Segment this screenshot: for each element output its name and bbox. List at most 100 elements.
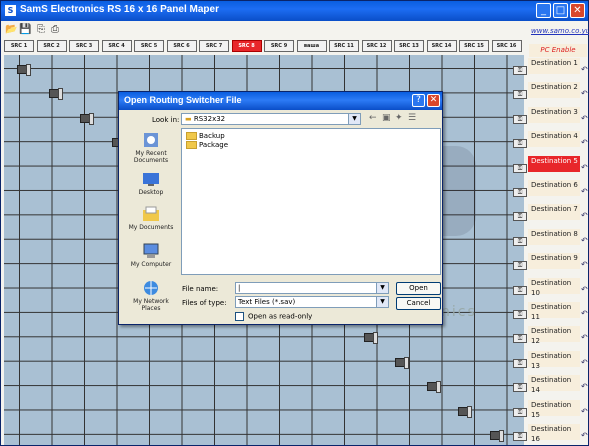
lock-key-icon[interactable]: ⚿ bbox=[513, 407, 527, 417]
destination-label[interactable]: Destination 4 bbox=[528, 131, 580, 148]
route-arrow-icon[interactable]: ↶ bbox=[581, 333, 588, 342]
route-arrow-icon[interactable]: ↶ bbox=[581, 89, 588, 98]
new-folder-icon[interactable]: ✦ bbox=[395, 113, 403, 123]
destination-label[interactable]: Destination 8 bbox=[528, 228, 580, 245]
route-arrow-icon[interactable]: ↶ bbox=[581, 65, 588, 74]
route-arrow-icon[interactable]: ↶ bbox=[581, 431, 588, 440]
destination-label[interactable]: Destination 10 bbox=[528, 277, 580, 297]
source-button[interactable]: SRC 6 bbox=[166, 40, 197, 52]
lock-key-icon[interactable]: ⚿ bbox=[513, 114, 527, 124]
close-button[interactable]: ✕ bbox=[570, 3, 585, 18]
source-button[interactable]: SRC 12 bbox=[361, 40, 392, 52]
place-desktop[interactable]: Desktop bbox=[126, 171, 176, 196]
file-type-select[interactable]: Text Files (*.sav) ▼ bbox=[235, 296, 389, 308]
source-button[interactable]: SRC 11 bbox=[329, 40, 359, 52]
file-list[interactable]: Backup Package bbox=[181, 128, 441, 275]
destination-label[interactable]: Destination 14 bbox=[528, 375, 580, 394]
lock-key-icon[interactable]: ⚿ bbox=[513, 212, 527, 222]
minimize-button[interactable]: _ bbox=[536, 3, 551, 18]
destination-label[interactable]: Destination 15 bbox=[528, 399, 580, 419]
destination-label[interactable]: Destination 2 bbox=[528, 82, 580, 99]
crosspoint-node[interactable] bbox=[489, 430, 504, 442]
destination-label[interactable]: Destination 9 bbox=[528, 253, 580, 270]
lock-key-icon[interactable]: ⚿ bbox=[513, 188, 527, 197]
lock-key-icon[interactable]: ⚿ bbox=[513, 383, 527, 393]
crosspoint-node[interactable] bbox=[395, 356, 409, 369]
source-button[interactable]: SRC 15 bbox=[459, 40, 489, 52]
chevron-down-icon[interactable]: ▼ bbox=[376, 297, 388, 307]
lock-key-icon[interactable]: ⚿ bbox=[513, 90, 527, 100]
lock-key-icon[interactable]: ⚿ bbox=[513, 261, 527, 271]
crosspoint-node[interactable] bbox=[426, 381, 441, 394]
source-button[interactable]: SRC 4 bbox=[101, 40, 132, 52]
back-icon[interactable]: ← bbox=[369, 113, 377, 123]
list-item[interactable]: Package bbox=[186, 141, 228, 149]
place-my-computer[interactable]: My Computer bbox=[126, 243, 176, 268]
cancel-button[interactable]: Cancel bbox=[396, 297, 441, 310]
lock-key-icon[interactable]: ⚿ bbox=[513, 66, 527, 75]
route-arrow-icon[interactable]: ↶ bbox=[581, 114, 588, 123]
crosspoint-node[interactable] bbox=[458, 405, 472, 418]
dialog-close-icon[interactable]: ✕ bbox=[427, 94, 440, 107]
destination-label[interactable]: Destination 6 bbox=[528, 180, 580, 196]
open-icon[interactable]: 📂 bbox=[5, 24, 17, 35]
lock-key-icon[interactable]: ⚿ bbox=[513, 236, 527, 246]
copy-icon[interactable]: ⎘ bbox=[35, 24, 47, 35]
help-icon[interactable]: ? bbox=[412, 94, 425, 107]
lock-key-icon[interactable]: ⚿ bbox=[513, 139, 527, 149]
lock-key-icon[interactable]: ⚿ bbox=[513, 285, 527, 295]
list-item[interactable]: Backup bbox=[186, 132, 225, 140]
route-arrow-icon[interactable]: ↶ bbox=[581, 407, 588, 416]
crosspoint-node[interactable] bbox=[48, 88, 63, 101]
source-button[interactable]: SRC 7 bbox=[199, 40, 229, 52]
source-button[interactable]: SRC 3 bbox=[69, 40, 99, 52]
route-arrow-icon[interactable]: ↶ bbox=[581, 309, 588, 318]
place-my-network-places[interactable]: My Network Places bbox=[126, 280, 176, 312]
source-button[interactable]: SRC 16 bbox=[491, 40, 522, 52]
dialog-title-bar[interactable]: Open Routing Switcher File ? ✕ bbox=[119, 92, 442, 110]
destination-label[interactable]: Destination 16 bbox=[528, 424, 580, 443]
website-link[interactable]: www.samo.co.yu bbox=[531, 27, 589, 35]
source-button[interactable]: SRC 2 bbox=[36, 40, 67, 52]
source-button[interactable]: ваша bbox=[296, 40, 327, 52]
source-button[interactable]: SRC 1 bbox=[4, 40, 34, 52]
route-arrow-icon[interactable]: ↶ bbox=[581, 187, 588, 196]
destination-label[interactable]: Destination 5 bbox=[528, 155, 580, 172]
maximize-button[interactable]: □ bbox=[553, 3, 568, 18]
destination-label[interactable]: Destination 11 bbox=[528, 302, 580, 321]
route-arrow-icon[interactable]: ↶ bbox=[581, 260, 588, 269]
lock-key-icon[interactable]: ⚿ bbox=[513, 334, 527, 344]
chevron-down-icon[interactable]: ▼ bbox=[376, 283, 388, 293]
checkbox-box[interactable] bbox=[235, 312, 244, 321]
source-button[interactable]: SRC 14 bbox=[426, 40, 457, 52]
print-icon[interactable]: ⎙ bbox=[49, 24, 61, 35]
up-folder-icon[interactable]: ▣ bbox=[382, 113, 391, 123]
route-arrow-icon[interactable]: ↶ bbox=[581, 358, 588, 367]
crosspoint-node[interactable] bbox=[80, 112, 94, 125]
lock-key-icon[interactable]: ⚿ bbox=[513, 358, 527, 368]
view-menu-icon[interactable]: ☰ bbox=[408, 113, 416, 123]
chevron-down-icon[interactable]: ▼ bbox=[348, 114, 360, 124]
lock-key-icon[interactable]: ⚿ bbox=[513, 310, 527, 319]
place-my-documents[interactable]: My Documents bbox=[126, 206, 176, 231]
crosspoint-node[interactable] bbox=[17, 64, 31, 76]
pc-enable-button[interactable]: PC Enable bbox=[529, 44, 587, 57]
route-arrow-icon[interactable]: ↶ bbox=[581, 211, 588, 220]
look-in-select[interactable]: ▬ RS32x32 ▼ bbox=[181, 113, 361, 125]
destination-label[interactable]: Destination 1 bbox=[528, 58, 580, 74]
crosspoint-node[interactable] bbox=[363, 332, 378, 345]
route-arrow-icon[interactable]: ↶ bbox=[581, 236, 588, 245]
open-button[interactable]: Open bbox=[396, 282, 441, 295]
source-button[interactable]: SRC 8 bbox=[231, 40, 262, 52]
destination-label[interactable]: Destination 13 bbox=[528, 350, 580, 370]
destination-label[interactable]: Destination 12 bbox=[528, 326, 580, 345]
source-button[interactable]: SRC 13 bbox=[394, 40, 424, 52]
source-button[interactable]: SRC 9 bbox=[264, 40, 294, 52]
route-arrow-icon[interactable]: ↶ bbox=[581, 382, 588, 391]
destination-label[interactable]: Destination 3 bbox=[528, 106, 580, 123]
lock-key-icon[interactable]: ⚿ bbox=[513, 432, 527, 441]
file-name-input[interactable]: | ▼ bbox=[235, 282, 389, 294]
place-my-recent-documents[interactable]: My Recent Documents bbox=[126, 132, 176, 164]
route-arrow-icon[interactable]: ↶ bbox=[581, 285, 588, 294]
read-only-checkbox[interactable]: Open as read-only bbox=[235, 312, 312, 321]
